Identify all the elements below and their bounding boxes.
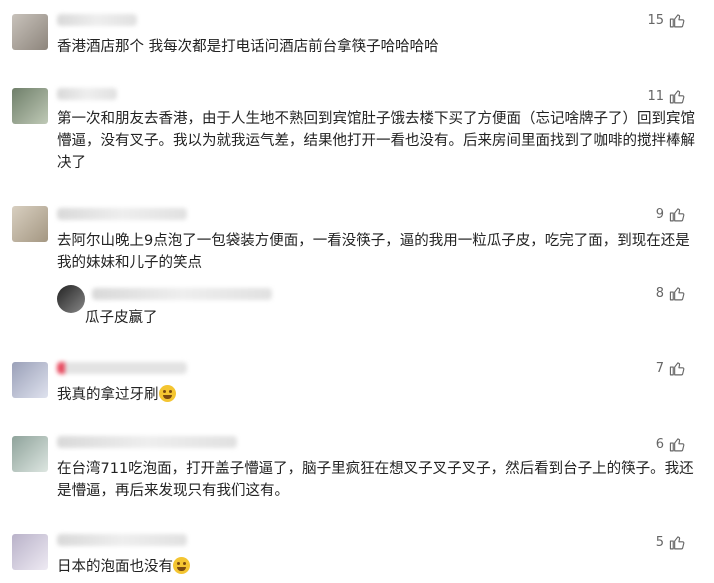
- like-count: 7: [655, 361, 664, 376]
- thumbs-up-icon: [669, 90, 685, 104]
- username-blurred[interactable]: [92, 288, 272, 300]
- username-blurred[interactable]: [57, 534, 187, 546]
- avatar[interactable]: [12, 534, 48, 570]
- thumbs-up-icon: [669, 208, 685, 222]
- avatar[interactable]: [12, 436, 48, 472]
- like-button[interactable]: 7: [656, 360, 686, 377]
- avatar[interactable]: [12, 362, 48, 398]
- sweat-face-icon: [158, 385, 176, 402]
- comment-text: 去阿尔山晚上9点泡了一包袋装方便面，一看没筷子，逼的我用一粒瓜子皮，吃完了面，到…: [57, 233, 690, 271]
- laughing-face-icon: [173, 557, 190, 574]
- reply-text: 瓜子皮赢了: [85, 310, 158, 326]
- comment-text: 在台湾711吃泡面，打开盖子懵逼了，脑子里疯狂在想叉子叉子叉子，然后看到台子上的…: [57, 461, 694, 499]
- comment-text: 香港酒店那个 我每次都是打电话问酒店前台拿筷子哈哈哈哈: [57, 39, 439, 55]
- username-blurred[interactable]: [57, 208, 187, 220]
- username-blurred[interactable]: [57, 88, 117, 100]
- like-button[interactable]: 15: [647, 12, 686, 29]
- like-button[interactable]: 9: [656, 206, 686, 223]
- thumbs-up-icon: [669, 536, 685, 550]
- thumbs-up-icon: [669, 362, 685, 376]
- like-button[interactable]: 5: [656, 534, 686, 551]
- thumbs-up-icon: [669, 14, 685, 28]
- like-count: 5: [655, 535, 664, 550]
- username-blurred[interactable]: [57, 14, 137, 26]
- username-blurred[interactable]: [57, 362, 187, 374]
- comment-text: 我真的拿过牙刷: [57, 387, 159, 403]
- comment-text: 第一次和朋友去香港，由于人生地不熟回到宾馆肚子饿去楼下买了方便面（忘记啥牌子了）…: [57, 111, 695, 171]
- like-count: 15: [647, 13, 664, 28]
- like-count: 11: [647, 89, 664, 104]
- like-button[interactable]: 6: [656, 436, 686, 453]
- avatar[interactable]: [57, 285, 85, 313]
- comment-text-wrapper: 我真的拿过牙刷: [57, 384, 697, 406]
- like-count: 9: [655, 207, 664, 222]
- like-button[interactable]: 11: [647, 88, 686, 105]
- like-count: 8: [655, 286, 664, 301]
- avatar[interactable]: [12, 88, 48, 124]
- thumbs-up-icon: [669, 438, 685, 452]
- username-blurred[interactable]: [57, 436, 237, 448]
- like-count: 6: [655, 437, 664, 452]
- comment-text-wrapper: 日本的泡面也没有: [57, 556, 697, 578]
- like-button[interactable]: 8: [656, 285, 686, 302]
- comment-text: 日本的泡面也没有: [57, 559, 173, 575]
- avatar[interactable]: [12, 14, 48, 50]
- avatar[interactable]: [12, 206, 48, 242]
- thumbs-up-icon: [669, 287, 685, 301]
